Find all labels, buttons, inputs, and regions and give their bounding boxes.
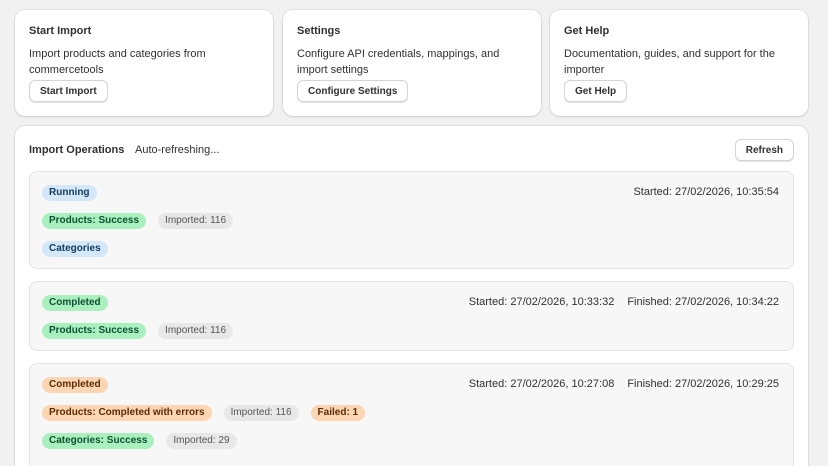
products-status-badge: Products: Completed with errors bbox=[42, 405, 212, 421]
card-description: Import products and categories from comm… bbox=[29, 48, 206, 76]
categories-status-badge: Categories bbox=[42, 241, 108, 257]
operation-item[interactable]: Running Started: 27/02/2026, 10:35:54 Pr… bbox=[29, 171, 794, 269]
card-description: Documentation, guides, and support for t… bbox=[564, 48, 775, 76]
card-title: Start Import bbox=[29, 25, 92, 37]
products-imported-badge: Imported: 116 bbox=[158, 213, 234, 229]
card-title: Get Help bbox=[564, 25, 610, 37]
operations-title: Import Operations bbox=[29, 144, 125, 156]
settings-card: Settings Configure API credentials, mapp… bbox=[283, 10, 541, 116]
products-imported-badge: Imported: 116 bbox=[158, 323, 234, 339]
operation-item[interactable]: Completed Started: 27/02/2026, 10:27:08 … bbox=[29, 363, 794, 466]
categories-status-badge: Categories: Success bbox=[42, 433, 155, 449]
start-import-button[interactable]: Start Import bbox=[29, 80, 108, 102]
operations-header: Import Operations Auto-refreshing... Ref… bbox=[29, 139, 794, 163]
finished-time: Finished: 27/02/2026, 10:29:25 bbox=[627, 378, 779, 390]
started-time: Started: 27/02/2026, 10:33:32 bbox=[468, 296, 615, 308]
categories-imported-badge: Imported: 29 bbox=[166, 433, 237, 449]
status-badge: Completed bbox=[42, 295, 108, 311]
card-title: Settings bbox=[297, 25, 341, 37]
finished-time: Finished: 27/02/2026, 10:34:22 bbox=[627, 296, 779, 308]
action-cards: Start Import Import products and categor… bbox=[15, 10, 808, 116]
importer-dashboard: Start Import Import products and categor… bbox=[0, 0, 828, 466]
import-operations-panel: Import Operations Auto-refreshing... Ref… bbox=[15, 126, 808, 466]
start-import-card: Start Import Import products and categor… bbox=[15, 10, 273, 116]
refresh-button[interactable]: Refresh bbox=[734, 139, 794, 161]
status-badge: Completed bbox=[42, 377, 108, 393]
products-failed-badge: Failed: 1 bbox=[310, 405, 366, 421]
get-help-card: Get Help Documentation, guides, and supp… bbox=[550, 10, 808, 116]
products-status-badge: Products: Success bbox=[42, 213, 147, 229]
status-badge: Running bbox=[42, 185, 97, 201]
auto-refresh-status: Auto-refreshing... bbox=[135, 144, 220, 156]
products-imported-badge: Imported: 116 bbox=[223, 405, 299, 421]
operation-item[interactable]: Completed Started: 27/02/2026, 10:33:32 … bbox=[29, 281, 794, 351]
card-description: Configure API credentials, mappings, and… bbox=[297, 48, 500, 76]
started-time: Started: 27/02/2026, 10:27:08 bbox=[468, 378, 615, 390]
started-time: Started: 27/02/2026, 10:35:54 bbox=[633, 186, 779, 198]
get-help-button[interactable]: Get Help bbox=[564, 80, 628, 102]
products-status-badge: Products: Success bbox=[42, 323, 147, 339]
configure-settings-button[interactable]: Configure Settings bbox=[297, 80, 409, 102]
